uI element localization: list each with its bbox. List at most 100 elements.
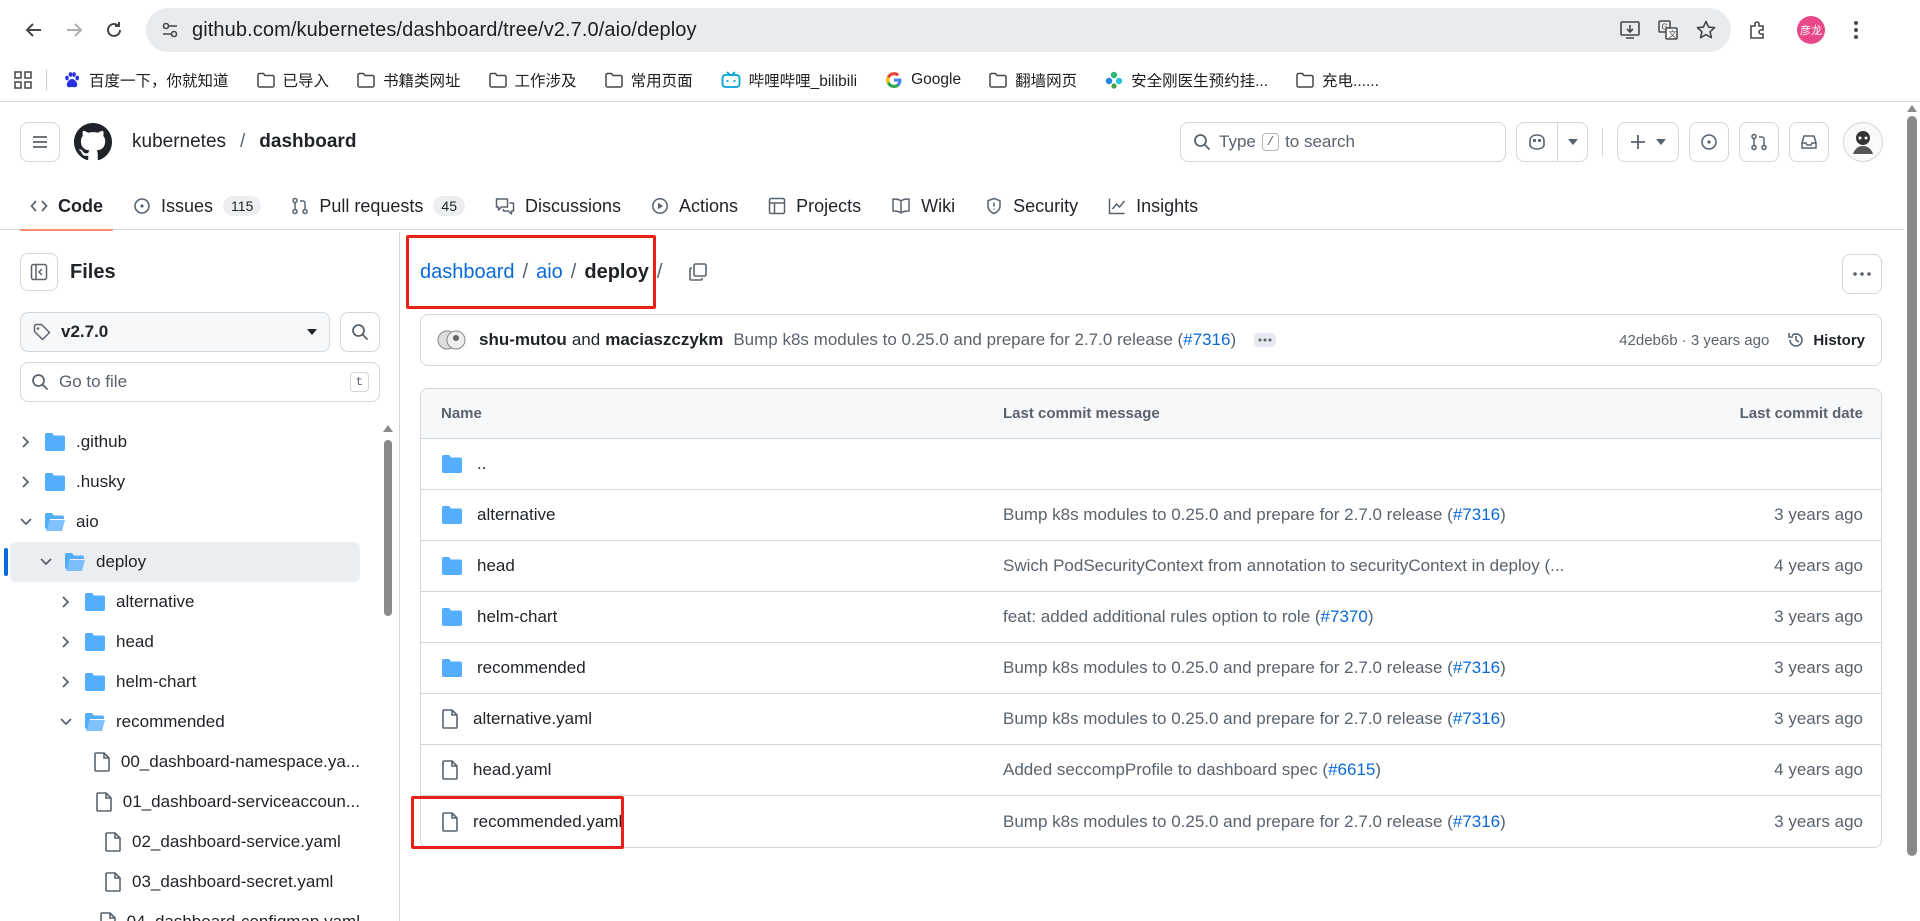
global-nav-menu-button[interactable] — [20, 122, 60, 162]
file-name-link[interactable]: alternative — [477, 505, 555, 525]
site-info-icon[interactable] — [160, 20, 180, 40]
expand-commit-message-button[interactable] — [1254, 333, 1277, 347]
bookmark-item[interactable]: 哔哩哔哩_bilibili — [721, 69, 857, 91]
sidebar-scrollbar-thumb[interactable] — [384, 440, 392, 616]
commit-pr-link[interactable]: #7316 — [1453, 709, 1500, 729]
tab-pull-requests[interactable]: Pull requests 45 — [281, 182, 475, 230]
commit-message-text[interactable]: Swich PodSecurityContext from annotation… — [1003, 556, 1564, 576]
chevron-right-icon[interactable] — [16, 436, 36, 448]
issues-button[interactable] — [1689, 122, 1729, 162]
commit-author-2[interactable]: maciaszczykm — [605, 330, 723, 350]
file-name-link[interactable]: alternative.yaml — [473, 709, 592, 729]
tab-actions[interactable]: Actions — [641, 182, 748, 230]
tab-projects[interactable]: Projects — [758, 182, 871, 230]
tree-item[interactable]: .github — [10, 422, 360, 462]
go-to-file-input[interactable]: Go to file t — [20, 362, 380, 402]
commit-message-text[interactable]: Bump k8s modules to 0.25.0 and prepare f… — [1003, 658, 1453, 678]
tree-item[interactable]: 03_dashboard-secret.yaml — [10, 862, 360, 902]
repo-owner-link[interactable]: kubernetes — [132, 131, 226, 153]
search-files-button[interactable] — [340, 312, 380, 352]
bookmark-item[interactable]: 已导入 — [256, 69, 329, 91]
repo-name-link[interactable]: dashboard — [259, 131, 356, 153]
tree-item[interactable]: alternative — [10, 582, 360, 622]
collapse-sidebar-button[interactable] — [20, 253, 58, 291]
user-avatar[interactable] — [1843, 122, 1883, 162]
chevron-right-icon[interactable] — [56, 636, 76, 648]
chevron-down-icon[interactable] — [16, 517, 36, 527]
install-app-icon[interactable] — [1619, 19, 1641, 41]
copy-path-icon[interactable] — [688, 262, 708, 282]
tab-code[interactable]: Code — [20, 182, 113, 231]
commit-pr-link[interactable]: #7316 — [1453, 505, 1500, 525]
tab-issues[interactable]: Issues 115 — [123, 182, 271, 230]
file-name-link[interactable]: head.yaml — [473, 760, 551, 780]
commit-message-text[interactable]: Added seccompProfile to dashboard spec ( — [1003, 760, 1328, 780]
apps-grid-icon[interactable] — [14, 71, 32, 89]
bookmark-item[interactable]: 翻墙网页 — [989, 69, 1077, 91]
reload-button[interactable] — [94, 10, 134, 50]
file-name-link[interactable]: helm-chart — [477, 607, 557, 627]
chevron-right-icon[interactable] — [56, 596, 76, 608]
bookmark-star-icon[interactable] — [1695, 19, 1717, 41]
commit-pr-link[interactable]: #7370 — [1321, 607, 1368, 627]
commit-pr-link[interactable]: #7316 — [1183, 330, 1230, 349]
commit-message-text[interactable]: Bump k8s modules to 0.25.0 and prepare f… — [1003, 709, 1453, 729]
path-link-aio[interactable]: aio — [536, 261, 563, 284]
chevron-down-icon[interactable] — [36, 557, 56, 567]
tab-security[interactable]: Security — [975, 182, 1088, 230]
chevron-down-icon[interactable] — [56, 717, 76, 727]
file-name-link[interactable]: head — [477, 556, 515, 576]
tree-item[interactable]: .husky — [10, 462, 360, 502]
commit-message-text[interactable]: Bump k8s modules to 0.25.0 and prepare f… — [1003, 505, 1453, 525]
forward-button[interactable] — [54, 10, 94, 50]
chevron-right-icon[interactable] — [56, 676, 76, 688]
global-search-input[interactable]: Type / to search — [1180, 122, 1506, 162]
tree-item[interactable]: aio — [10, 502, 360, 542]
tab-wiki[interactable]: Wiki — [881, 182, 965, 230]
file-name-link[interactable]: .. — [477, 454, 486, 474]
pull-requests-button[interactable] — [1739, 122, 1779, 162]
commit-message[interactable]: Bump k8s modules to 0.25.0 and prepare f… — [733, 330, 1236, 350]
github-logo-icon[interactable] — [74, 123, 112, 161]
sidebar-scrollbar[interactable] — [383, 424, 393, 884]
commit-author-1[interactable]: shu-mutou — [479, 330, 567, 350]
commit-message-text[interactable]: feat: added additional rules option to r… — [1003, 607, 1321, 627]
bookmark-item[interactable]: Google — [885, 71, 961, 89]
commit-pr-link[interactable]: #7316 — [1453, 812, 1500, 832]
bookmark-item[interactable]: 充电...... — [1296, 69, 1379, 91]
bookmark-item[interactable]: 百度一下，你就知道 — [63, 69, 229, 91]
tree-item[interactable]: recommended — [10, 702, 360, 742]
create-new-segment[interactable] — [1618, 123, 1678, 161]
file-name-link[interactable]: recommended — [477, 658, 586, 678]
bookmark-item[interactable]: 书籍类网址 — [357, 69, 461, 91]
commit-message-text[interactable]: Bump k8s modules to 0.25.0 and prepare f… — [1003, 812, 1453, 832]
path-link-dashboard[interactable]: dashboard — [420, 261, 515, 284]
create-new-button[interactable] — [1617, 122, 1679, 162]
chevron-right-icon[interactable] — [16, 476, 36, 488]
browser-menu-icon[interactable] — [1853, 20, 1859, 40]
tree-item[interactable]: 02_dashboard-service.yaml — [10, 822, 360, 862]
commit-pr-link[interactable]: #6615 — [1328, 760, 1375, 780]
scroll-up-arrow-icon[interactable] — [1907, 104, 1917, 112]
scroll-up-arrow-icon[interactable] — [383, 424, 393, 432]
tree-item[interactable]: 00_dashboard-namespace.ya... — [10, 742, 360, 782]
url-text[interactable]: github.com/kubernetes/dashboard/tree/v2.… — [192, 19, 1619, 42]
tree-item[interactable]: 04_dashboard-configmap.yaml — [10, 902, 360, 921]
tree-item[interactable]: 01_dashboard-serviceaccoun... — [10, 782, 360, 822]
more-options-button[interactable] — [1842, 254, 1882, 294]
branch-selector-button[interactable]: v2.7.0 — [20, 312, 330, 352]
tree-item[interactable]: deploy — [4, 542, 360, 582]
tab-discussions[interactable]: Discussions — [485, 182, 631, 230]
address-bar[interactable]: github.com/kubernetes/dashboard/tree/v2.… — [146, 8, 1731, 52]
copilot-dropdown-button[interactable] — [1557, 123, 1587, 161]
translate-icon[interactable]: G文 — [1657, 19, 1679, 41]
page-scrollbar-thumb[interactable] — [1907, 116, 1917, 856]
tree-item[interactable]: helm-chart — [10, 662, 360, 702]
commit-hash-and-age[interactable]: 42deb6b · 3 years ago — [1619, 332, 1769, 349]
history-button[interactable]: History — [1787, 331, 1865, 349]
bookmark-item[interactable]: 安全刚医生预约挂... — [1105, 69, 1268, 91]
page-scrollbar[interactable] — [1904, 102, 1920, 921]
bookmark-item[interactable]: 工作涉及 — [488, 69, 577, 91]
profile-avatar[interactable]: 彦龙 — [1797, 16, 1825, 44]
tab-insights[interactable]: Insights — [1098, 182, 1208, 230]
